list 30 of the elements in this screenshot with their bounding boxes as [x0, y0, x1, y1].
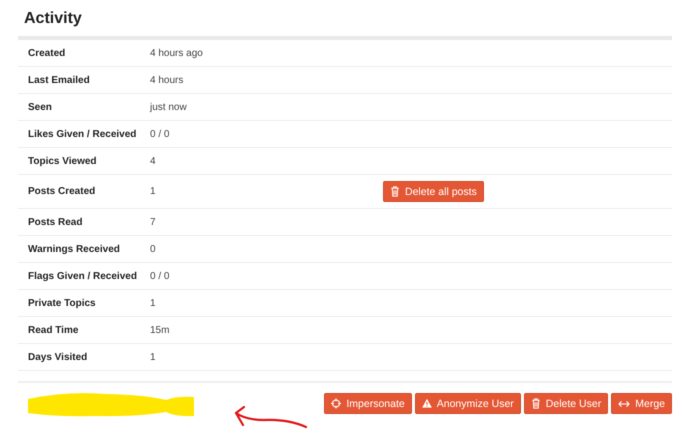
stat-label: Seen: [27, 102, 53, 112]
stat-value: 1: [150, 298, 157, 308]
stat-value: 1: [150, 352, 157, 362]
stat-value: 0 / 0: [150, 128, 170, 140]
stat-label: Posts Created: [27, 186, 96, 197]
stat-value: 0 / 0: [150, 270, 170, 282]
stat-label: Likes Given / Received: [27, 128, 138, 140]
stat-value: 1: [150, 186, 157, 197]
action-button[interactable]: Anonymize User: [414, 393, 521, 414]
stat-label: Posts Read: [27, 216, 84, 228]
stat-value: 0: [150, 244, 157, 254]
action-button[interactable]: Merge: [611, 393, 672, 414]
stat-value: 4 hours ago: [150, 48, 204, 58]
section-title: Activity: [24, 9, 83, 29]
stat-label: Warnings Received: [27, 244, 121, 254]
stat-label: Flags Given / Received: [27, 270, 138, 282]
stat-label: Created: [27, 48, 66, 58]
action-button[interactable]: Impersonate: [324, 393, 412, 414]
stat-label: Days Visited: [27, 352, 88, 362]
stat-value: just now: [150, 102, 188, 112]
stat-label: Last Emailed: [27, 74, 91, 86]
action-button[interactable]: Delete User: [524, 393, 608, 414]
stat-value: 4 hours: [150, 74, 184, 86]
stat-value: 7: [150, 216, 157, 228]
stat-label: Read Time: [27, 324, 80, 336]
stat-label: Topics Viewed: [27, 156, 98, 166]
delete-posts-button[interactable]: Delete all posts: [383, 181, 484, 202]
stat-value: 15m: [150, 324, 170, 336]
stat-value: 4: [150, 156, 157, 166]
stat-label: Private Topics: [27, 298, 97, 308]
